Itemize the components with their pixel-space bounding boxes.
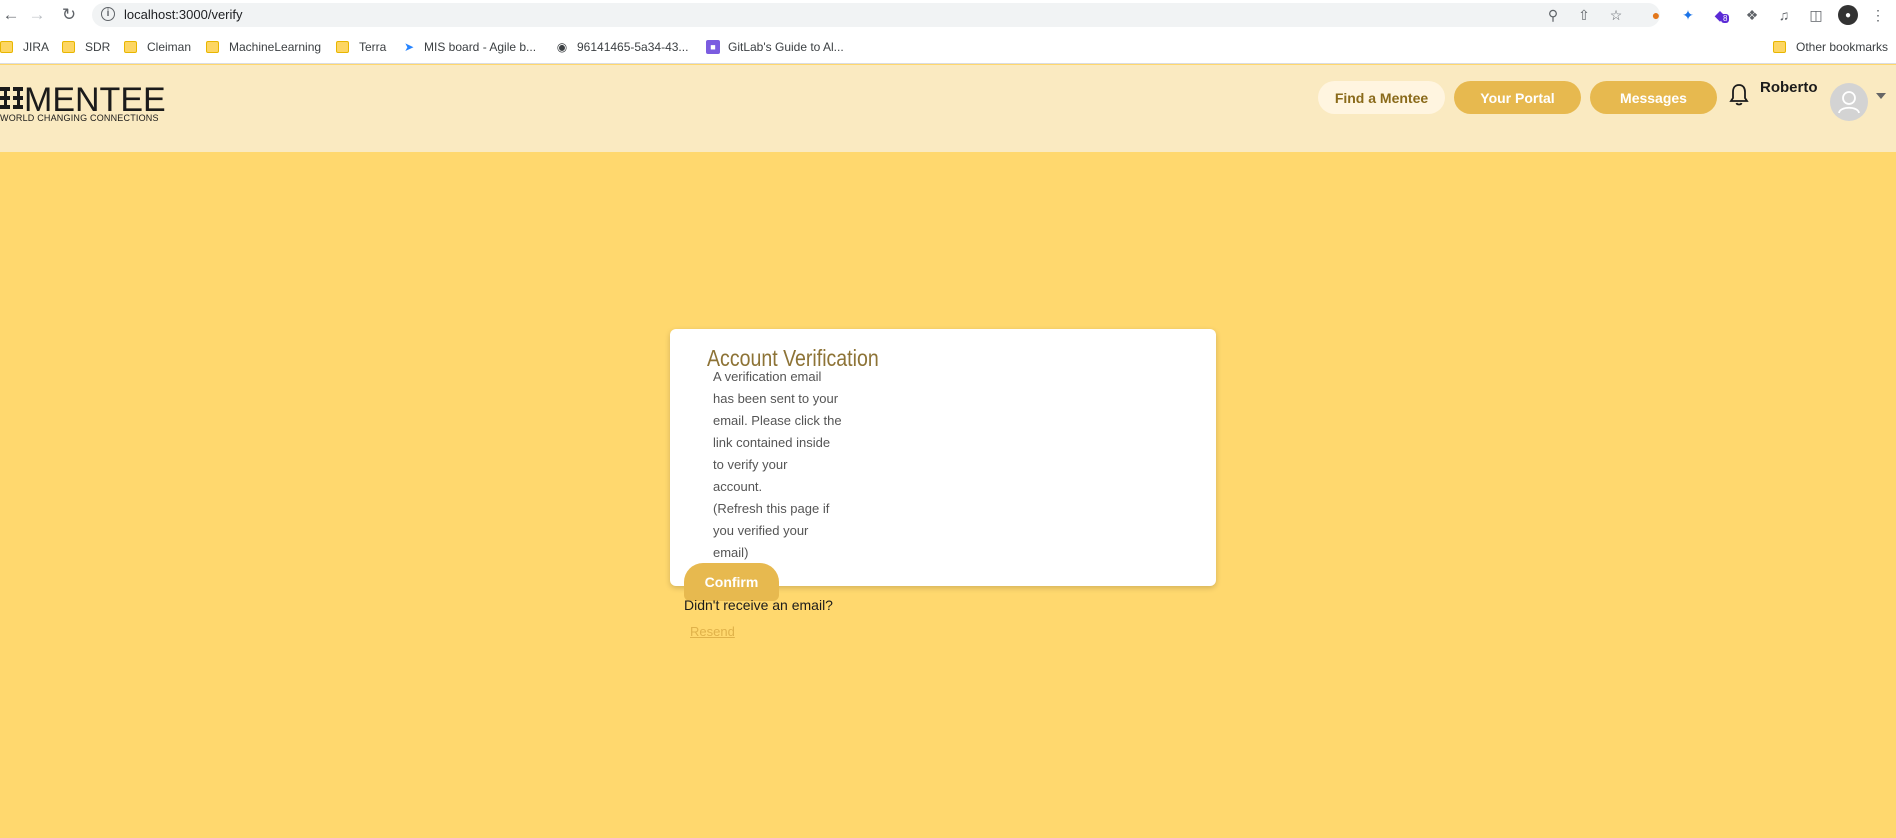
app-header: MENTEE WORLD CHANGING CONNECTIONS Find a…	[0, 65, 1896, 152]
metamask-icon[interactable]: ●	[1646, 5, 1666, 25]
folder-icon	[0, 41, 13, 53]
folder-icon	[62, 41, 75, 53]
logo-mark-icon	[0, 87, 23, 109]
logo-wordmark: MENTEE	[24, 81, 166, 119]
extension-badge: 8	[1721, 14, 1730, 23]
message-line: has been sent to your	[713, 391, 839, 406]
browser-toolbar: ← → ↻ i localhost:3000/verify ⚲ ⇧ ☆ ● ✦ …	[0, 0, 1896, 30]
bookmark-cleiman[interactable]: Cleiman	[124, 39, 191, 55]
username-label[interactable]: Roberto	[1760, 79, 1818, 96]
message-line: A verification email	[713, 369, 822, 384]
your-portal-button[interactable]: Your Portal	[1454, 81, 1581, 114]
globe-icon: ◉	[556, 40, 568, 54]
extension-purple-icon[interactable]: ◆ 8	[1710, 5, 1730, 25]
bookmark-gitlab-guide[interactable]: ■ GitLab's Guide to Al...	[706, 39, 844, 55]
message-line: email. Please click the	[713, 413, 842, 428]
jira-icon: ➤	[403, 40, 415, 54]
info-icon[interactable]: i	[101, 7, 115, 21]
puzzle-icon[interactable]: ❖	[1742, 5, 1762, 25]
media-icon[interactable]: ♫	[1774, 5, 1794, 25]
share-icon[interactable]: ⇧	[1574, 5, 1594, 25]
message-line: you verified your	[713, 523, 809, 538]
logo-tagline: WORLD CHANGING CONNECTIONS	[0, 113, 159, 123]
bookmark-label: 96141465-5a34-43...	[577, 40, 689, 54]
avatar[interactable]	[1830, 83, 1868, 121]
folder-icon	[336, 41, 349, 53]
folder-icon	[206, 41, 219, 53]
confirm-button[interactable]: Confirm	[684, 563, 779, 601]
find-mentee-button[interactable]: Find a Mentee	[1318, 81, 1445, 114]
bookmark-jira[interactable]: JIRA	[0, 39, 49, 55]
chevron-down-icon[interactable]	[1876, 93, 1886, 99]
bookmarks-bar: JIRA SDR Cleiman MachineLearning Terra ➤…	[0, 30, 1896, 64]
url-text[interactable]: localhost:3000/verify	[124, 7, 243, 22]
profile-icon[interactable]: ●	[1838, 5, 1858, 25]
message-line: account.	[713, 479, 763, 494]
resend-link[interactable]: Resend	[690, 624, 735, 639]
bookmark-sdr[interactable]: SDR	[62, 39, 110, 55]
bookmark-uuid[interactable]: ◉ 96141465-5a34-43...	[555, 39, 689, 55]
bookmark-mis-board[interactable]: ➤ MIS board - Agile b...	[402, 39, 536, 55]
bookmark-label: GitLab's Guide to Al...	[728, 40, 844, 54]
bookmark-label: MachineLearning	[229, 40, 322, 54]
folder-icon	[1773, 41, 1786, 53]
verification-card: Account Verification A verification emai…	[670, 329, 1216, 586]
message-line: (Refresh this page if	[713, 501, 830, 516]
folder-icon	[124, 41, 137, 53]
verification-message: A verification email has been sent to yo…	[713, 366, 853, 564]
messages-button[interactable]: Messages	[1590, 81, 1717, 114]
no-email-text: Didn't receive an email?	[684, 597, 833, 613]
reload-icon[interactable]: ↻	[58, 4, 80, 26]
key-icon[interactable]: ⚲	[1543, 5, 1563, 25]
message-line: to verify your	[713, 457, 788, 472]
bookmark-label: SDR	[85, 40, 111, 54]
bookmark-machinelearning[interactable]: MachineLearning	[206, 39, 321, 55]
mentee-logo[interactable]: MENTEE WORLD CHANGING CONNECTIONS	[0, 83, 180, 127]
bookmark-label: JIRA	[23, 40, 50, 54]
bookmark-label: Cleiman	[147, 40, 192, 54]
message-line: link contained inside	[713, 435, 831, 450]
back-arrow-icon[interactable]: ←	[0, 4, 22, 26]
user-icon	[1838, 91, 1860, 114]
star-icon[interactable]: ☆	[1606, 5, 1626, 25]
other-bookmarks-label: Other bookmarks	[1796, 40, 1889, 54]
message-line: email)	[713, 545, 749, 560]
bell-icon[interactable]	[1729, 83, 1749, 107]
extension-blue-icon[interactable]: ✦	[1678, 5, 1698, 25]
sidepanel-icon[interactable]: ◫	[1806, 5, 1826, 25]
other-bookmarks[interactable]: Other bookmarks	[1773, 39, 1888, 55]
gitlab-icon: ■	[706, 40, 720, 54]
bookmark-label: Terra	[359, 40, 387, 54]
forward-arrow-icon[interactable]: →	[26, 4, 48, 26]
bookmark-label: MIS board - Agile b...	[424, 40, 537, 54]
bookmark-terra[interactable]: Terra	[336, 39, 386, 55]
kebab-menu-icon[interactable]: ⋮	[1868, 5, 1888, 25]
address-bar[interactable]	[92, 3, 1660, 27]
